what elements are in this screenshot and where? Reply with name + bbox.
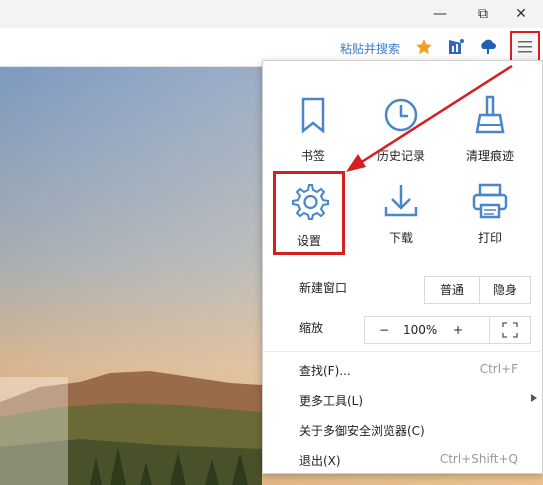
settings-label: 设置 xyxy=(296,234,321,248)
find-label: 查找(F)... xyxy=(299,364,351,378)
bookmarks-label: 书签 xyxy=(300,149,325,163)
fullscreen-icon xyxy=(502,322,518,338)
new-incognito-window-button[interactable]: 隐身 xyxy=(479,276,531,304)
history-tile[interactable]: 历史记录 xyxy=(361,67,441,163)
exit-label: 退出(X) xyxy=(299,454,341,468)
zoom-out-button[interactable]: − xyxy=(379,317,389,343)
settings-tile[interactable]: 设置 xyxy=(273,171,345,255)
clear-traces-tile[interactable]: 清理痕迹 xyxy=(450,67,530,163)
download-tile[interactable]: 下载 xyxy=(361,167,441,257)
close-button[interactable]: ✕ xyxy=(509,4,533,24)
new-window-row: 新建窗口 普通 隐身 xyxy=(263,268,543,304)
download-icon xyxy=(384,185,418,217)
bar-chart-icon[interactable] xyxy=(446,37,466,57)
bookmark-icon xyxy=(301,97,325,134)
new-normal-window-button[interactable]: 普通 xyxy=(424,276,480,304)
main-menu-panel: 书签 历史记录 清理痕迹 设置 下载 打印 新建窗口 普通 隐身 缩放 − 10… xyxy=(262,60,543,474)
minimize-button[interactable]: — xyxy=(428,4,452,24)
upload-cloud-icon[interactable] xyxy=(478,37,498,57)
zoom-label: 缩放 xyxy=(299,321,324,335)
printer-icon xyxy=(472,183,508,219)
clear-traces-label: 清理痕迹 xyxy=(465,149,514,163)
print-label: 打印 xyxy=(477,231,502,245)
zoom-value: 100% xyxy=(403,323,438,337)
about-label: 关于多御安全浏览器(C) xyxy=(299,424,425,438)
bookmarks-tile[interactable]: 书签 xyxy=(273,67,353,163)
menu-icon xyxy=(518,41,532,53)
star-icon[interactable] xyxy=(414,37,434,57)
zoom-control: − 100% + xyxy=(364,316,490,344)
exit-menu-item[interactable]: 退出(X) Ctrl+Shift+Q xyxy=(263,441,543,477)
clock-icon xyxy=(384,98,418,132)
paste-search-link[interactable]: 粘贴并搜索 xyxy=(340,40,400,57)
gear-icon xyxy=(292,184,329,220)
restore-button[interactable]: ⧉ xyxy=(471,4,495,24)
history-label: 历史记录 xyxy=(376,149,425,163)
broom-icon xyxy=(475,95,505,134)
chevron-right-icon xyxy=(531,394,537,402)
exit-shortcut: Ctrl+Shift+Q xyxy=(439,452,518,466)
print-tile[interactable]: 打印 xyxy=(450,167,530,257)
find-shortcut: Ctrl+F xyxy=(479,362,518,376)
more-tools-label: 更多工具(L) xyxy=(299,394,364,408)
new-window-label: 新建窗口 xyxy=(299,281,348,295)
menu-button[interactable] xyxy=(510,31,540,63)
zoom-in-button[interactable]: + xyxy=(453,317,463,343)
zoom-row: 缩放 − 100% + xyxy=(263,308,543,344)
fullscreen-button[interactable] xyxy=(489,316,531,344)
title-bar: — ⧉ ✕ xyxy=(0,0,543,28)
download-label: 下载 xyxy=(388,231,413,245)
